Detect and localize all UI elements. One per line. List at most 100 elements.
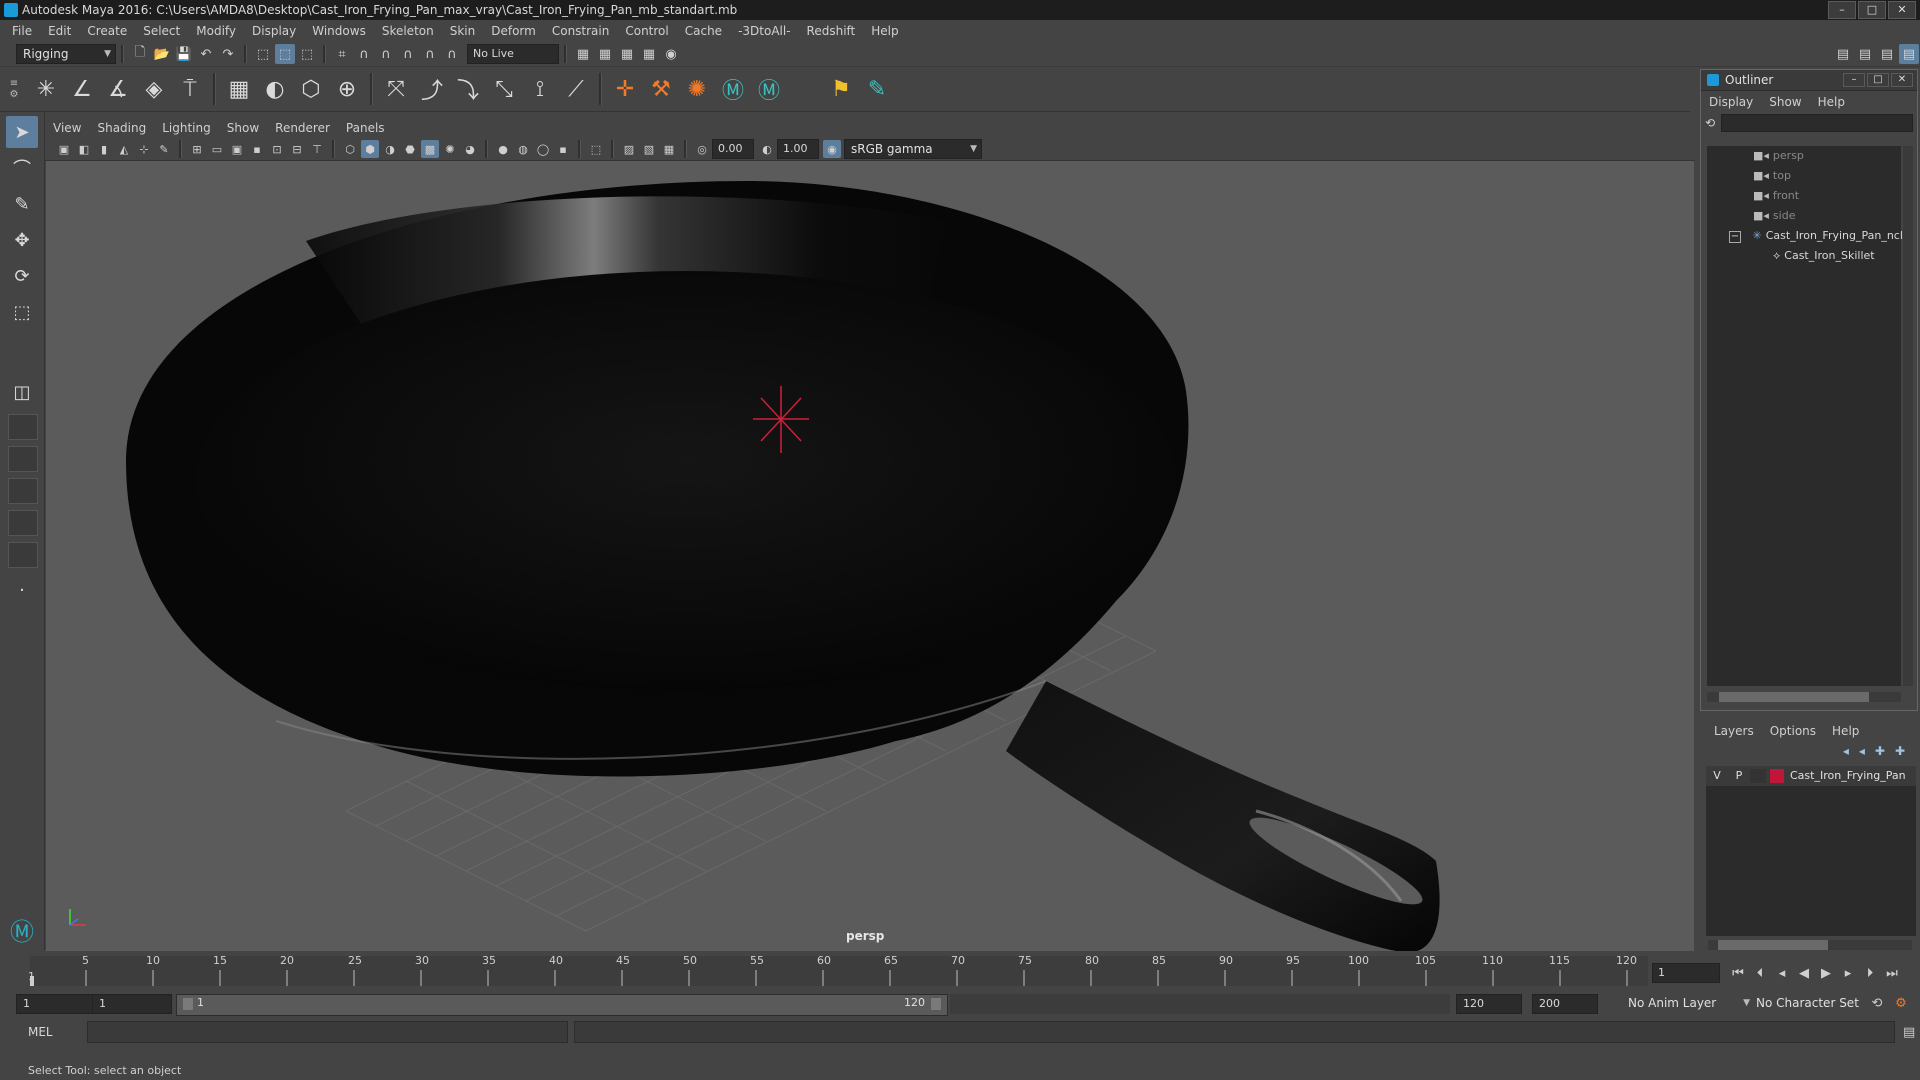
scale-tool-icon[interactable]: ⬚ xyxy=(6,296,38,328)
outliner-item-top[interactable]: ■◂ top xyxy=(1707,166,1901,186)
layer-row[interactable]: V P Cast_Iron_Frying_Pan xyxy=(1706,766,1916,786)
layer-menu-options[interactable]: Options xyxy=(1762,721,1824,741)
grease-pencil-icon[interactable]: ✎ xyxy=(155,140,173,158)
cluster-icon[interactable]: ◐ xyxy=(259,73,291,105)
motion-blur-icon[interactable]: ◍ xyxy=(514,140,532,158)
outliner-menu-display[interactable]: Display xyxy=(1701,92,1761,112)
new-layer-icon[interactable]: ✚ xyxy=(1875,744,1885,758)
snap-curve-icon[interactable]: ∩ xyxy=(354,44,374,64)
camera-select-icon[interactable]: ▣ xyxy=(55,140,73,158)
skin-weights-icon[interactable]: ⚑ xyxy=(825,73,857,105)
step-forward-key-icon[interactable]: ⏵ xyxy=(1860,963,1880,983)
layout-graph-icon[interactable] xyxy=(8,510,38,536)
xray-joints-icon[interactable]: ▧ xyxy=(640,140,658,158)
make-live-icon[interactable]: ∩ xyxy=(442,44,462,64)
aim-constraint-icon[interactable]: ⟟ xyxy=(524,73,556,105)
menu-control[interactable]: Control xyxy=(617,20,676,42)
attribute-editor-icon[interactable]: ▤ xyxy=(1855,44,1875,64)
select-component-icon[interactable]: ⬚ xyxy=(297,44,317,64)
maya-m-alt-icon[interactable]: Ⓜ xyxy=(753,73,785,105)
tool-settings-icon[interactable]: ▤ xyxy=(1877,44,1897,64)
default-material-icon[interactable]: ◑ xyxy=(381,140,399,158)
shelf-menu-icon[interactable]: ≡ ⚙ xyxy=(0,69,28,109)
pole-vector-icon[interactable]: ⟋ xyxy=(560,73,592,105)
open-scene-icon[interactable]: 📂 xyxy=(152,44,172,64)
menu-set-dropdown[interactable]: Rigging ▼ xyxy=(16,44,116,64)
go-to-end-icon[interactable]: ⏭ xyxy=(1882,963,1902,983)
character-set-dropdown[interactable]: No Character Set xyxy=(1750,994,1872,1012)
xray-icon[interactable]: ▨ xyxy=(620,140,638,158)
minimize-button[interactable]: – xyxy=(1828,1,1856,19)
panel-menu-panels[interactable]: Panels xyxy=(338,117,393,139)
outliner-filter-icon[interactable]: ⟲ xyxy=(1705,116,1721,130)
snap-point-icon[interactable]: ∩ xyxy=(376,44,396,64)
outliner-item-front[interactable]: ■◂ front xyxy=(1707,186,1901,206)
color-management-icon[interactable]: ◉ xyxy=(823,140,841,158)
outliner-item-mesh[interactable]: ⟡ Cast_Iron_Skillet xyxy=(1707,246,1901,266)
use-all-lights-icon[interactable]: ✺ xyxy=(441,140,459,158)
menu-skeleton[interactable]: Skeleton xyxy=(374,20,442,42)
image-plane-icon[interactable]: ◭ xyxy=(115,140,133,158)
ipr-render-icon[interactable]: ▦ xyxy=(639,44,659,64)
gamma-icon[interactable]: ◐ xyxy=(758,140,776,158)
go-to-start-icon[interactable]: ⏮ xyxy=(1728,963,1748,983)
maximize-button[interactable]: □ xyxy=(1858,1,1886,19)
snap-view-icon[interactable]: ∩ xyxy=(398,44,418,64)
layout-outliner-icon[interactable] xyxy=(8,478,38,504)
scale-constraint-icon[interactable]: ⤡ xyxy=(488,73,520,105)
shadows-icon[interactable]: ◕ xyxy=(461,140,479,158)
menu-file[interactable]: File xyxy=(4,20,40,42)
wire-deformer-icon[interactable]: ⬡ xyxy=(295,73,327,105)
menu-edit[interactable]: Edit xyxy=(40,20,79,42)
render-current-icon[interactable]: ▦ xyxy=(617,44,637,64)
layer-display-type[interactable] xyxy=(1750,769,1766,783)
menu-select[interactable]: Select xyxy=(135,20,188,42)
command-language-toggle[interactable]: MEL xyxy=(0,1025,87,1039)
panel-menu-shading[interactable]: Shading xyxy=(89,117,154,139)
script-editor-icon[interactable]: ▤ xyxy=(1899,1022,1919,1042)
paint-weights-icon[interactable]: ✺ xyxy=(681,73,713,105)
anim-layer-dropdown[interactable]: No Anim Layer ▼ xyxy=(1622,994,1754,1012)
channel-box-icon[interactable]: ▤ xyxy=(1899,44,1919,64)
sculpt-deformer-icon[interactable]: ⊕ xyxy=(331,73,363,105)
outliner-item-side[interactable]: ■◂ side xyxy=(1707,206,1901,226)
menu-skin[interactable]: Skin xyxy=(442,20,484,42)
mirror-joint-icon[interactable]: ◈ xyxy=(138,73,170,105)
layer-color-swatch[interactable] xyxy=(1770,769,1784,783)
outliner-item-persp[interactable]: ■◂ persp xyxy=(1707,146,1901,166)
layout-single-icon[interactable]: ◫ xyxy=(6,376,38,408)
film-gate-icon[interactable]: ▭ xyxy=(208,140,226,158)
camera-attributes-icon[interactable]: ◧ xyxy=(75,140,93,158)
isolate-select-icon[interactable]: ⬚ xyxy=(587,140,605,158)
outliner-maximize-button[interactable]: □ xyxy=(1867,73,1889,87)
menu-display[interactable]: Display xyxy=(244,20,304,42)
range-end-handle[interactable] xyxy=(931,998,941,1010)
current-frame-field[interactable]: 1 xyxy=(1652,963,1720,983)
outliner-close-button[interactable]: ✕ xyxy=(1891,73,1913,87)
play-backwards-icon[interactable]: ◀ xyxy=(1794,963,1814,983)
depth-of-field-icon[interactable]: ▪ xyxy=(554,140,572,158)
new-layer-selected-icon[interactable]: ✚ xyxy=(1895,744,1905,758)
lasso-tool-icon[interactable]: ⌒ xyxy=(6,152,38,184)
smooth-shade-icon[interactable]: ⬢ xyxy=(361,140,379,158)
gamma-field[interactable]: 1.00 xyxy=(777,139,819,159)
gate-mask-icon[interactable]: ▪ xyxy=(248,140,266,158)
play-forwards-icon[interactable]: ▶ xyxy=(1816,963,1836,983)
layout-four-icon[interactable] xyxy=(8,414,38,440)
exposure-field[interactable]: 0.00 xyxy=(712,139,754,159)
collapse-icon[interactable]: − xyxy=(1729,231,1741,243)
menu-deform[interactable]: Deform xyxy=(483,20,544,42)
layout-two-icon[interactable] xyxy=(8,446,38,472)
panel-menu-view[interactable]: View xyxy=(45,117,89,139)
orient-constraint-icon[interactable]: ⤵ xyxy=(452,73,484,105)
outliner-minimize-button[interactable]: – xyxy=(1843,73,1865,87)
safe-action-icon[interactable]: ⊟ xyxy=(288,140,306,158)
layer-hscrollbar[interactable] xyxy=(1708,940,1912,950)
xray-active-icon[interactable]: ▦ xyxy=(660,140,678,158)
grid-icon[interactable]: ⊞ xyxy=(188,140,206,158)
layer-menu-layers[interactable]: Layers xyxy=(1706,721,1762,741)
lattice-icon[interactable]: ▦ xyxy=(223,73,255,105)
outliner-menu-show[interactable]: Show xyxy=(1761,92,1809,112)
safe-title-icon[interactable]: ⊤ xyxy=(308,140,326,158)
outliner-menu-help[interactable]: Help xyxy=(1810,92,1853,112)
